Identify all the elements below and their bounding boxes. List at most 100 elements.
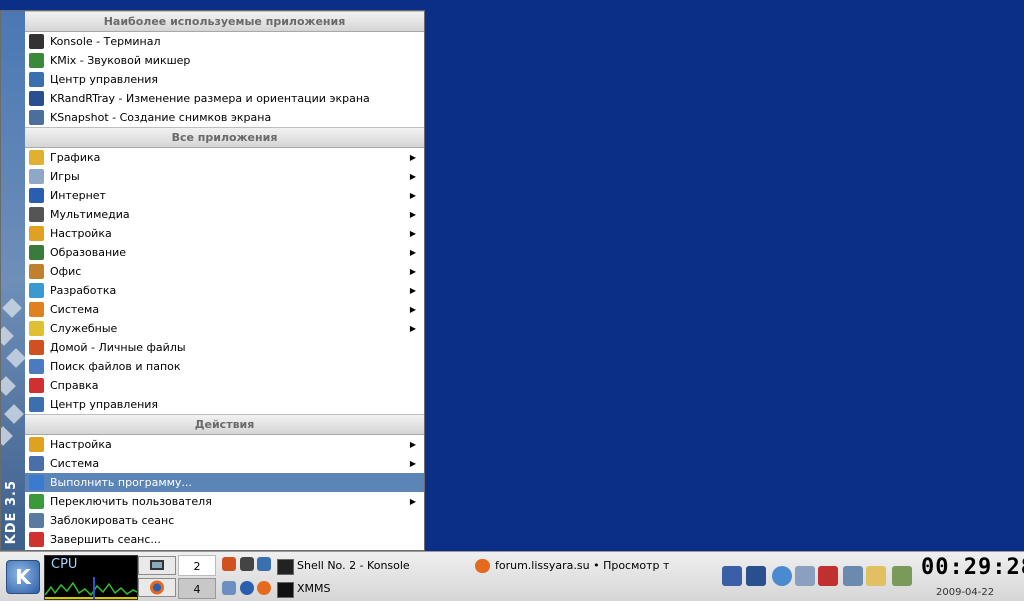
help-icon [29, 378, 44, 393]
control-center-icon [29, 72, 44, 87]
k-menu-button[interactable]: K [6, 560, 40, 594]
menu-item[interactable]: Переключить пользователя ▶ [25, 492, 424, 511]
logout-icon [29, 532, 44, 547]
submenu-arrow-icon: ▶ [409, 459, 416, 468]
menu-item[interactable]: Интернет ▶ [25, 186, 424, 205]
wrench-icon [29, 226, 44, 241]
menu-item[interactable]: Центр управления [25, 395, 424, 414]
menu-item-label: Поиск файлов и папок [50, 360, 181, 373]
package-icon[interactable] [892, 566, 912, 586]
show-desktop-button[interactable] [138, 556, 176, 575]
keyboard-layout-icon[interactable] [866, 566, 886, 586]
volume-icon[interactable] [843, 566, 863, 586]
task-firefox[interactable]: forum.lissyara.su • Просмотр т [475, 556, 690, 576]
lock-icon [29, 513, 44, 528]
menu-item-label: KMix - Звуковой микшер [50, 54, 191, 67]
cpu-monitor[interactable]: CPU [44, 555, 138, 600]
pager-desktop-4[interactable]: 4 [178, 578, 216, 599]
menu-item-label: Офис [50, 265, 82, 278]
menu-item[interactable]: Справка [25, 376, 424, 395]
camera-icon [29, 110, 44, 125]
network-icon[interactable] [722, 566, 742, 586]
menu-item[interactable]: Домой - Личные файлы [25, 338, 424, 357]
display-icon [29, 91, 44, 106]
menu-item-label: Выполнить программу... [50, 476, 192, 489]
menu-item[interactable]: Заблокировать сеанс [25, 511, 424, 530]
task-label: forum.lissyara.su • Просмотр т [495, 559, 670, 572]
submenu-arrow-icon: ▶ [409, 305, 416, 314]
task-konsole[interactable]: Shell No. 2 - Konsole [277, 556, 410, 576]
clipboard-icon[interactable] [795, 566, 815, 586]
kde-version-label: KDE 3.5 [4, 479, 19, 544]
section-all-apps: Все приложения [25, 127, 424, 148]
battery-icon[interactable] [818, 566, 838, 586]
submenu-arrow-icon: ▶ [409, 172, 416, 181]
internet-icon [29, 188, 44, 203]
menu-item[interactable]: KMix - Звуковой микшер [25, 51, 424, 70]
kde-side-banner: KDE 3.5 [1, 11, 25, 550]
system-icon [29, 456, 44, 471]
menu-item-label: Настройка [50, 227, 112, 240]
firefox-quicklaunch-button[interactable] [138, 578, 176, 597]
most-used-list: Konsole - Терминал KMix - Звуковой микшер… [25, 32, 424, 127]
menu-item[interactable]: Выполнить программу... [25, 473, 424, 492]
wrench-icon [29, 437, 44, 452]
menu-item[interactable]: Система ▶ [25, 454, 424, 473]
menu-item-label: Домой - Личные файлы [50, 341, 186, 354]
development-icon [29, 283, 44, 298]
menu-item-label: Центр управления [50, 73, 159, 86]
actions-list: Настройка ▶ Система ▶ Выполнить программу...… [25, 435, 424, 549]
menu-item-label: Переключить пользователя [50, 495, 212, 508]
menu-item-label: Справка [50, 379, 99, 392]
submenu-arrow-icon: ▶ [409, 210, 416, 219]
submenu-arrow-icon: ▶ [409, 324, 416, 333]
mail-icon[interactable] [222, 581, 236, 595]
menu-item-label: Мультимедиа [50, 208, 130, 221]
menu-item[interactable]: Konsole - Терминал [25, 32, 424, 51]
home-icon[interactable] [222, 557, 236, 571]
task-xmms[interactable]: XMMS [277, 579, 331, 599]
date: 2009-04-22 [936, 587, 995, 598]
update-icon[interactable] [772, 566, 792, 586]
menu-item[interactable]: KRandRTray - Изменение размера и ориента… [25, 89, 424, 108]
menu-item-label: Центр управления [50, 398, 159, 411]
menu-item[interactable]: Образование ▶ [25, 243, 424, 262]
menu-item[interactable]: Служебные ▶ [25, 319, 424, 338]
menu-item[interactable]: Поиск файлов и папок [25, 357, 424, 376]
office-icon [29, 264, 44, 279]
menu-item[interactable]: Система ▶ [25, 300, 424, 319]
menu-item[interactable]: Настройка ▶ [25, 224, 424, 243]
menu-item[interactable]: Завершить сеанс... [25, 530, 424, 549]
menu-item-label: Завершить сеанс... [50, 533, 161, 546]
terminal-icon[interactable] [240, 557, 254, 571]
control-center-icon[interactable] [257, 557, 271, 571]
internet-icon[interactable] [240, 581, 254, 595]
mixer-icon [29, 53, 44, 68]
menu-item[interactable]: Настройка ▶ [25, 435, 424, 454]
search-icon [29, 359, 44, 374]
menu-item-label: Настройка [50, 438, 112, 451]
menu-item-label: Интернет [50, 189, 106, 202]
menu-item[interactable]: Офис ▶ [25, 262, 424, 281]
menu-item[interactable]: Разработка ▶ [25, 281, 424, 300]
menu-item-label: Konsole - Терминал [50, 35, 161, 48]
terminal-icon [277, 559, 294, 575]
task-label: XMMS [297, 582, 331, 595]
task-label: Shell No. 2 - Konsole [297, 559, 410, 572]
submenu-arrow-icon: ▶ [409, 229, 416, 238]
submenu-arrow-icon: ▶ [409, 286, 416, 295]
pager-desktop-2[interactable]: 2 [178, 555, 216, 576]
menu-item[interactable]: Графика ▶ [25, 148, 424, 167]
clock[interactable]: 00:29:28 [921, 555, 1024, 580]
menu-item[interactable]: Центр управления [25, 70, 424, 89]
firefox-icon[interactable] [257, 581, 271, 595]
menu-items: Наиболее используемые приложения Konsole… [25, 11, 424, 549]
system-icon [29, 302, 44, 317]
display-icon[interactable] [746, 566, 766, 586]
menu-item[interactable]: Игры ▶ [25, 167, 424, 186]
menu-item-label: Система [50, 303, 100, 316]
home-icon [29, 340, 44, 355]
menu-item[interactable]: Мультимедиа ▶ [25, 205, 424, 224]
cpu-graph [45, 577, 137, 599]
menu-item[interactable]: KSnapshot - Создание снимков экрана [25, 108, 424, 127]
